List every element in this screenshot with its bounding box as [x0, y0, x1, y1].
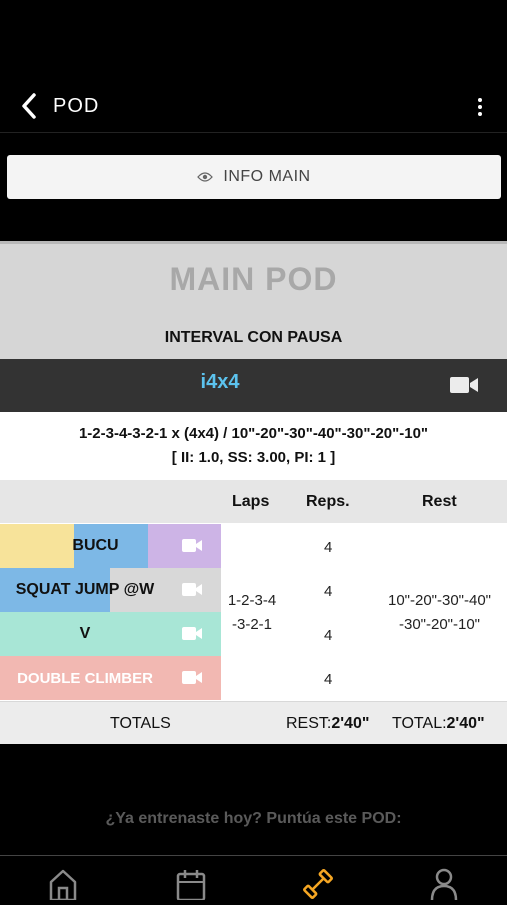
rest-total: REST:2'40" [286, 715, 369, 733]
video-camera-icon[interactable] [181, 670, 203, 685]
tab-profile[interactable] [430, 868, 458, 905]
tab-calendar[interactable] [176, 868, 206, 905]
rest-total-label: REST: [286, 715, 332, 732]
rest-total-value: 2'40" [331, 715, 370, 732]
reps-value: 4 [324, 583, 333, 600]
exercise-row-v[interactable]: V [0, 612, 221, 656]
reps-header: Reps. [306, 493, 350, 510]
grand-total-label: TOTAL: [392, 715, 447, 732]
exercise-name: V [79, 625, 91, 642]
pod-subtitle: INTERVAL CON PAUSA [164, 329, 343, 346]
video-camera-icon[interactable] [449, 375, 479, 395]
reps-value: 4 [324, 539, 333, 556]
back-chevron-icon[interactable] [18, 92, 42, 120]
workout-band: i4x4 [0, 359, 507, 412]
rest-value: 10"-20"-30"-40" -30"-20"-10" [372, 589, 507, 637]
reps-value: 4 [324, 627, 333, 644]
rest-line-1: 10"-20"-30"-40" [387, 592, 492, 609]
pod-panel: MAIN POD INTERVAL CON PAUSA i4x4 1-2-3-4… [0, 241, 507, 744]
exercise-row-squat-jump[interactable]: SQUAT JUMP @W [0, 568, 221, 612]
workout-scheme: 1-2-3-4-3-2-1 x (4x4) / 10"-20"-30"-40"-… [0, 412, 507, 480]
grand-total-value: 2'40" [446, 715, 485, 732]
info-main-label: INFO MAIN [223, 168, 311, 185]
eye-icon [197, 172, 214, 182]
laps-line-2: -3-2-1 [231, 616, 272, 633]
tab-workout[interactable] [302, 868, 334, 905]
reps-value: 4 [324, 671, 333, 688]
laps-line-1: 1-2-3-4 [227, 592, 277, 609]
laps-value: 1-2-3-4 -3-2-1 [221, 589, 283, 637]
totals-row: TOTALS REST:2'40" TOTAL:2'40" [0, 701, 507, 744]
laps-header: Laps [232, 493, 270, 510]
scheme-line-1: 1-2-3-4-3-2-1 x (4x4) / 10"-20"-30"-40"-… [78, 425, 429, 442]
exercise-row-bucu[interactable]: BUCU [0, 524, 221, 568]
scheme-line-2: [ II: 1.0, SS: 3.00, PI: 1 ] [171, 449, 336, 466]
dumbbell-icon [303, 869, 333, 899]
rest-header: Rest [422, 493, 457, 510]
page-title: POD [53, 95, 100, 117]
rating-prompt: ¿Ya entrenaste hoy? Puntúa este POD: [105, 810, 402, 827]
header-divider [0, 132, 507, 133]
grand-total: TOTAL:2'40" [392, 715, 485, 733]
exercise-row-double-climber[interactable]: DOUBLE CLIMBER [0, 656, 221, 700]
home-icon [49, 869, 77, 902]
video-camera-icon[interactable] [181, 626, 203, 641]
rest-line-2: -30"-20"-10" [398, 616, 480, 633]
pod-title: MAIN POD [169, 261, 338, 297]
exercise-name: SQUAT JUMP @W [15, 581, 155, 598]
calendar-icon [176, 870, 206, 902]
profile-icon [430, 868, 458, 901]
video-camera-icon[interactable] [181, 538, 203, 553]
exercise-name: DOUBLE CLIMBER [17, 669, 153, 687]
tab-home[interactable] [48, 868, 78, 905]
info-main-button[interactable]: INFO MAIN [7, 155, 501, 199]
top-bar: POD [0, 80, 507, 134]
more-options-icon[interactable] [477, 98, 483, 120]
table-header: Laps Reps. Rest [0, 480, 507, 523]
totals-label: TOTALS [110, 715, 171, 732]
workout-name[interactable]: i4x4 [0, 371, 440, 394]
tabbar-divider [0, 855, 507, 856]
video-camera-icon[interactable] [181, 582, 203, 597]
